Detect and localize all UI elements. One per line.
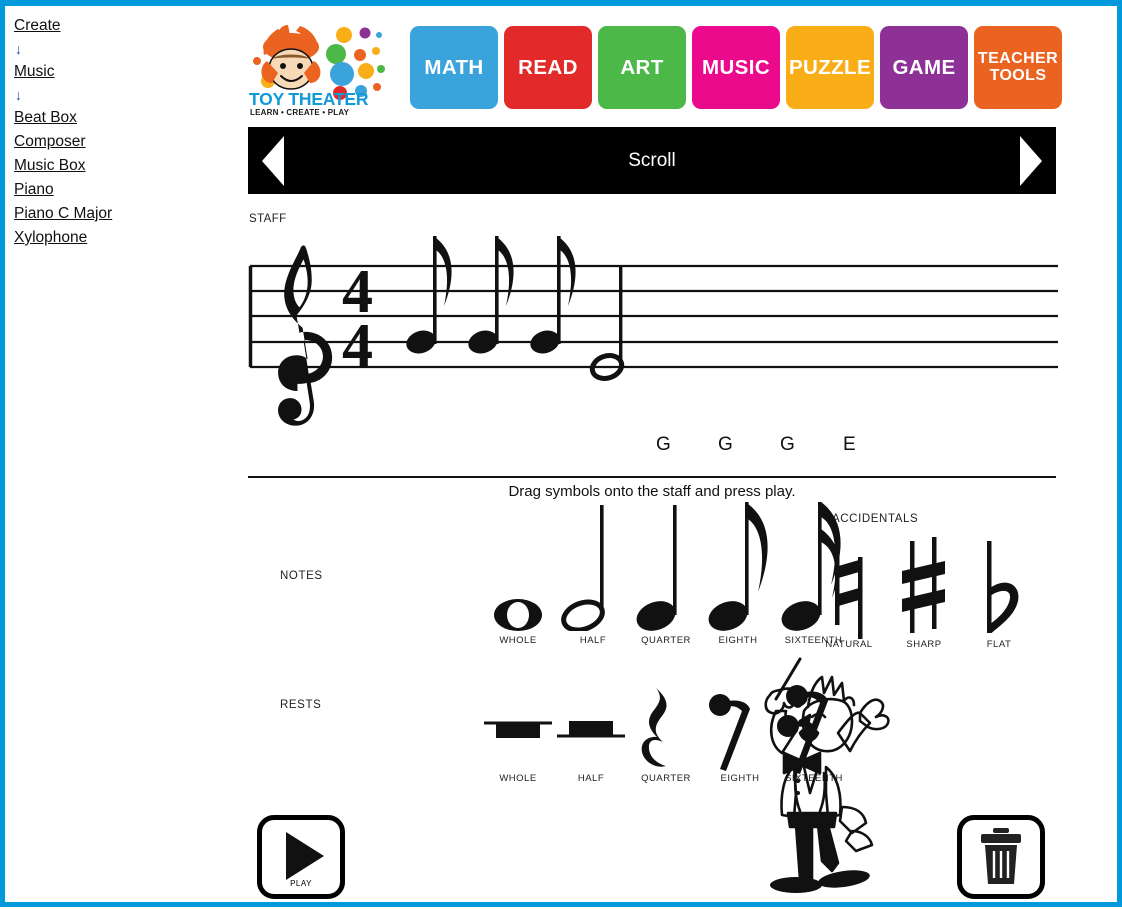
- symbol-palette: NOTES RESTS ACCIDENTALS WHOLE HALF QUART…: [248, 499, 1060, 899]
- notes-section-label: NOTES: [280, 570, 323, 582]
- sidebar-item-piano-c-major[interactable]: Piano C Major: [14, 202, 241, 226]
- rests-section-label: RESTS: [280, 699, 322, 711]
- section-divider: [248, 476, 1056, 478]
- palette-accidental-flat[interactable]: FLAT: [963, 539, 1035, 657]
- palette-note-whole[interactable]: WHOLE: [478, 499, 558, 649]
- svg-text:LEARN • CREATE • PLAY: LEARN • CREATE • PLAY: [250, 108, 350, 117]
- music-staff[interactable]: 4 4: [248, 224, 1060, 429]
- staff-note-2[interactable]: [465, 236, 514, 357]
- whole-note-icon: [494, 599, 542, 631]
- treble-clef-icon: [278, 245, 333, 426]
- nav-button-math[interactable]: MATH: [410, 26, 498, 109]
- sidebar-item-music[interactable]: Music: [14, 60, 241, 84]
- site-header: TOY THEATER LEARN • CREATE • PLAY MATH R…: [248, 14, 1062, 120]
- palette-rest-quarter[interactable]: QUARTER: [626, 684, 706, 809]
- palette-note-quarter-label: QUARTER: [641, 635, 691, 646]
- sidebar-item-create[interactable]: Create: [14, 14, 241, 38]
- breadcrumb-arrow-2: ↓: [15, 87, 22, 103]
- nav-button-teacher-tools-label: TEACHER TOOLS: [977, 49, 1059, 84]
- toy-theater-logo[interactable]: TOY THEATER LEARN • CREATE • PLAY: [248, 21, 390, 117]
- palette-rest-half[interactable]: HALF: [551, 697, 631, 807]
- scroll-label: Scroll: [628, 149, 676, 171]
- palette-accidental-sharp-label: SHARP: [906, 639, 942, 650]
- sidebar-nav: Create ↓ Music ↓ Beat Box Composer Music…: [5, 14, 241, 874]
- sidebar-item-beat-box[interactable]: Beat Box: [14, 106, 241, 130]
- palette-rest-whole[interactable]: WHOLE: [478, 697, 558, 807]
- sidebar-item-piano[interactable]: Piano: [14, 178, 241, 202]
- nav-button-puzzle-label: PUZZLE: [788, 55, 872, 79]
- play-button[interactable]: PLAY: [257, 815, 345, 899]
- sidebar-item-music-box[interactable]: Music Box: [14, 154, 241, 178]
- palette-accidental-natural-label: NATURAL: [825, 639, 873, 650]
- note-letter-4: E: [843, 434, 856, 455]
- staff-svg: 4 4: [248, 236, 1058, 426]
- page-frame: Create ↓ Music ↓ Beat Box Composer Music…: [0, 0, 1122, 907]
- nav-button-game-label: GAME: [892, 55, 956, 79]
- breadcrumb-arrow-1: ↓: [15, 41, 22, 57]
- note-letter-1: G: [656, 434, 671, 455]
- trash-can-icon: [981, 828, 1021, 884]
- flat-icon: [987, 541, 1019, 633]
- play-button-label: PLAY: [290, 879, 312, 888]
- nav-button-art-label: ART: [620, 55, 664, 79]
- nav-button-read[interactable]: READ: [504, 26, 592, 109]
- nav-button-teacher-tools[interactable]: TEACHER TOOLS: [974, 26, 1062, 109]
- note-letters-row: G G G E: [248, 434, 1060, 466]
- sidebar-item-composer[interactable]: Composer: [14, 130, 241, 154]
- quarter-note-icon: [636, 505, 677, 631]
- scroll-left-arrow-icon[interactable]: [262, 135, 284, 186]
- primary-nav: MATH READ ART MUSIC PUZZLE GAME TEACHER …: [410, 26, 1062, 109]
- scroll-right-arrow-icon[interactable]: [1020, 135, 1042, 186]
- staff-note-1[interactable]: [403, 236, 452, 357]
- palette-rest-whole-label: WHOLE: [499, 773, 537, 784]
- nav-button-puzzle[interactable]: PUZZLE: [786, 26, 874, 109]
- nav-button-music[interactable]: MUSIC: [692, 26, 780, 109]
- trash-button[interactable]: [957, 815, 1045, 899]
- sharp-icon: [902, 537, 945, 633]
- nav-button-math-label: MATH: [424, 55, 484, 79]
- palette-rest-quarter-label: QUARTER: [641, 773, 691, 784]
- logo-graphic: TOY THEATER LEARN • CREATE • PLAY: [249, 25, 385, 117]
- svg-text:TOY THEATER: TOY THEATER: [249, 89, 369, 109]
- palette-note-half-label: HALF: [579, 635, 607, 646]
- conductor-mascot-icon: [764, 657, 890, 893]
- palette-note-half[interactable]: HALF: [553, 499, 633, 649]
- palette-accidental-sharp[interactable]: SHARP: [888, 535, 960, 657]
- time-signature: 4 4: [342, 258, 373, 380]
- main-content: TOY THEATER LEARN • CREATE • PLAY MATH R…: [248, 14, 1062, 899]
- palette-note-eighth[interactable]: EIGHTH: [698, 499, 778, 649]
- nav-button-game[interactable]: GAME: [880, 26, 968, 109]
- nav-button-read-label: READ: [518, 55, 578, 79]
- palette-accidental-natural[interactable]: NATURAL: [813, 539, 885, 657]
- half-note-icon: [561, 505, 605, 633]
- instruction-text: Drag symbols onto the staff and press pl…: [508, 483, 796, 500]
- conductor-mascot: [760, 655, 940, 905]
- natural-icon: [835, 541, 863, 641]
- nav-button-music-label: MUSIC: [701, 55, 771, 79]
- staff-note-4[interactable]: [589, 266, 625, 382]
- nav-button-art[interactable]: ART: [598, 26, 686, 109]
- note-letter-2: G: [718, 434, 733, 455]
- palette-rest-half-label: HALF: [577, 773, 605, 784]
- sidebar-item-xylophone[interactable]: Xylophone: [14, 226, 241, 250]
- note-letter-3: G: [780, 434, 795, 455]
- time-signature-bottom: 4: [342, 312, 373, 380]
- palette-note-whole-label: WHOLE: [499, 635, 537, 646]
- palette-accidental-flat-label: FLAT: [986, 639, 1012, 650]
- scroll-bar: Scroll: [248, 127, 1056, 194]
- palette-note-eighth-label: EIGHTH: [718, 635, 758, 646]
- palette-note-quarter[interactable]: QUARTER: [626, 499, 706, 649]
- staff-note-3[interactable]: [527, 236, 576, 357]
- quarter-rest-icon: [641, 688, 667, 767]
